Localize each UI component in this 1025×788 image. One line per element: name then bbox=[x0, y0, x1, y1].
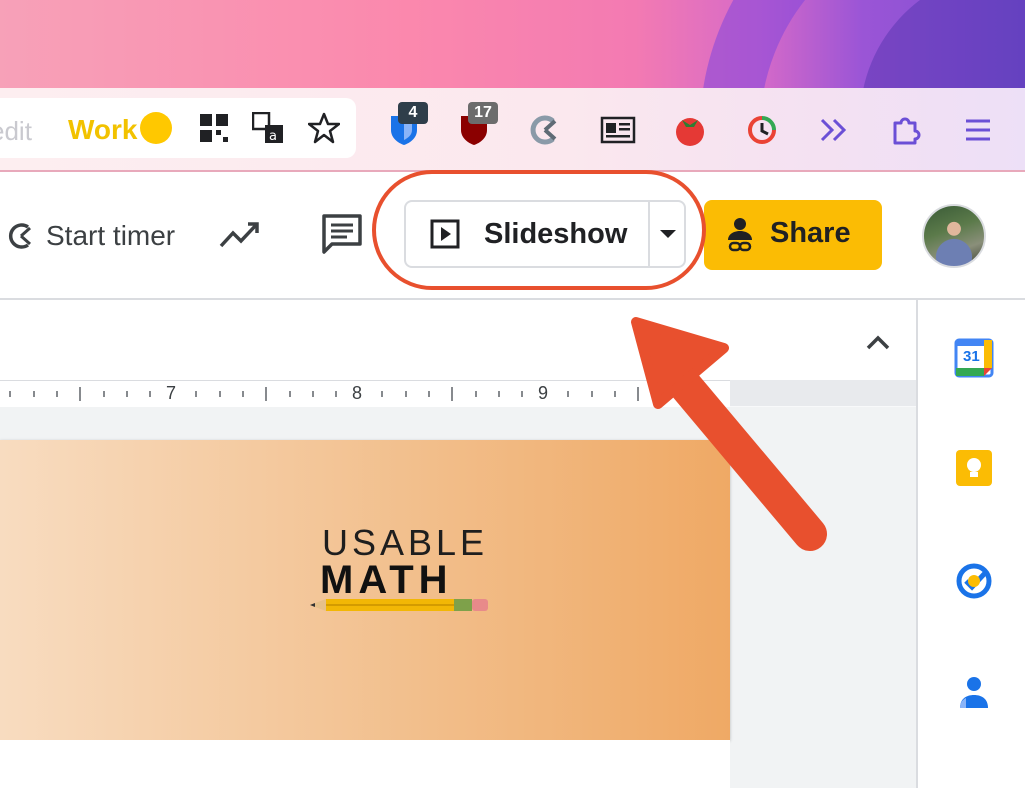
horizontal-ruler[interactable]: 7 8 9 bbox=[0, 380, 730, 408]
slideshow-button-group: Slideshow bbox=[404, 200, 686, 268]
ublock-badge: 17 bbox=[468, 102, 498, 124]
ruler-label: 9 bbox=[538, 383, 549, 403]
toolbar-strip bbox=[0, 300, 916, 380]
pencil-logo-icon bbox=[310, 599, 488, 611]
caret-down-icon bbox=[660, 230, 676, 238]
present-play-icon bbox=[430, 219, 460, 249]
google-keep-icon bbox=[956, 450, 992, 486]
hamburger-menu-icon bbox=[966, 119, 990, 141]
double-chevron-icon bbox=[820, 118, 847, 142]
clockify-icon bbox=[530, 115, 557, 145]
activity-dashboard-icon[interactable] bbox=[218, 216, 262, 252]
comment-history-icon[interactable] bbox=[320, 212, 364, 256]
ruler-label: 8 bbox=[352, 383, 363, 403]
start-timer-button[interactable]: Start timer bbox=[6, 218, 175, 254]
slideshow-options-dropdown[interactable] bbox=[650, 202, 686, 266]
browser-toolbar: edit Work a 4 17 bbox=[0, 88, 1025, 172]
ruler-ticks bbox=[9, 387, 639, 401]
ruler-label: 7 bbox=[166, 383, 177, 403]
google-contacts-icon bbox=[960, 677, 988, 708]
address-text[interactable]: edit bbox=[0, 116, 32, 147]
bitwarden-extension[interactable]: 4 bbox=[384, 102, 428, 150]
tomato-timer-extension[interactable] bbox=[670, 110, 710, 150]
reader-extension[interactable] bbox=[598, 110, 638, 150]
logo-text-math: MATH bbox=[320, 558, 453, 602]
app-header: Start timer Slideshow Share bbox=[0, 172, 1025, 300]
bitwarden-badge: 4 bbox=[398, 102, 428, 124]
slideshow-label: Slideshow bbox=[484, 218, 628, 250]
tomato-icon bbox=[676, 118, 704, 146]
start-timer-label: Start timer bbox=[46, 220, 176, 251]
ublock-extension[interactable]: 17 bbox=[454, 102, 498, 150]
google-tasks-icon bbox=[956, 563, 992, 599]
history-clock-icon bbox=[748, 116, 776, 144]
profile-label[interactable]: Work bbox=[68, 114, 138, 146]
share-person-link-icon bbox=[728, 218, 752, 252]
slideshow-button[interactable]: Slideshow bbox=[406, 202, 648, 266]
share-button[interactable]: Share bbox=[704, 200, 882, 270]
svg-text:a: a bbox=[269, 129, 277, 144]
tasks-app-button[interactable] bbox=[954, 560, 994, 600]
clockify-timer-icon bbox=[8, 223, 31, 249]
profile-dot-icon[interactable] bbox=[140, 112, 172, 144]
history-extension[interactable] bbox=[742, 110, 782, 150]
speaker-notes-area[interactable] bbox=[0, 740, 730, 788]
puzzle-icon bbox=[893, 117, 921, 145]
keep-app-button[interactable] bbox=[954, 448, 994, 488]
chevron-up-icon[interactable] bbox=[862, 326, 894, 358]
slide-canvas[interactable]: USABLE MATH bbox=[0, 440, 730, 740]
chrome-menu-button[interactable] bbox=[958, 110, 998, 150]
more-extensions-button[interactable] bbox=[814, 110, 854, 150]
bookmark-star-icon[interactable] bbox=[308, 112, 340, 144]
address-bar[interactable]: edit Work a bbox=[0, 98, 356, 158]
calendar-app-button[interactable]: 31 bbox=[954, 338, 994, 378]
newspaper-icon bbox=[600, 116, 636, 144]
editor-area: 7 8 9 USABLE MATH bbox=[0, 300, 916, 788]
account-avatar[interactable] bbox=[922, 204, 986, 268]
side-panel: 31 bbox=[916, 300, 1025, 788]
qr-code-icon[interactable] bbox=[198, 112, 230, 144]
browser-titlebar bbox=[0, 0, 1025, 92]
contacts-app-button[interactable] bbox=[954, 672, 994, 712]
translate-icon[interactable]: a bbox=[252, 112, 284, 144]
share-label: Share bbox=[770, 217, 851, 249]
extensions-button[interactable] bbox=[886, 110, 926, 150]
ruler-margin bbox=[730, 380, 916, 406]
clockify-extension[interactable] bbox=[526, 110, 566, 150]
calendar-day: 31 bbox=[963, 348, 980, 365]
